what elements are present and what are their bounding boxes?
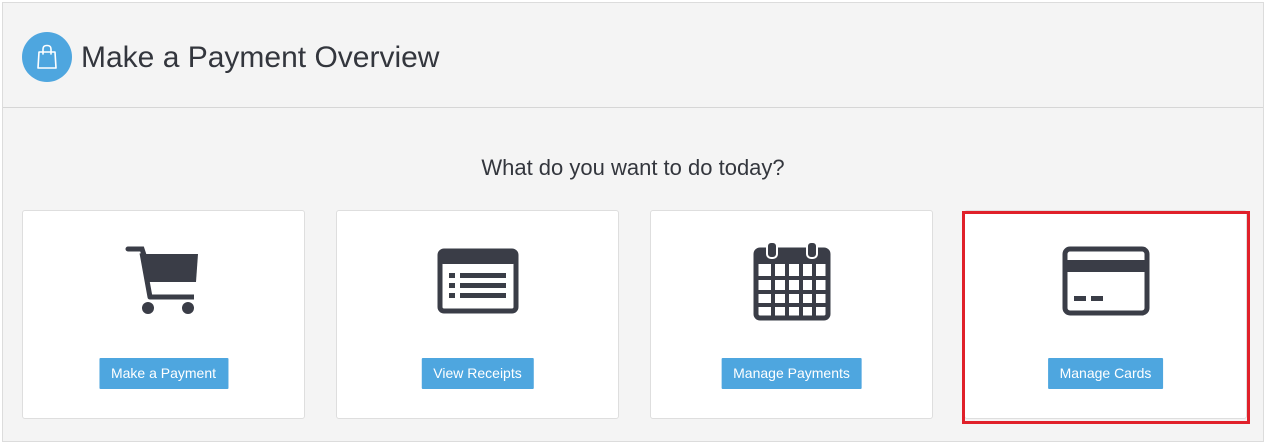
make-payment-button[interactable]: Make a Payment (98, 358, 229, 389)
manage-cards-card[interactable]: Manage Cards (964, 210, 1247, 419)
prompt-heading: What do you want to do today? (481, 155, 785, 180)
manage-cards-button[interactable]: Manage Cards (1047, 358, 1164, 389)
receipt-list-icon (437, 248, 518, 314)
view-receipts-card[interactable]: View Receipts (336, 210, 619, 419)
page-header: Make a Payment Overview (3, 3, 1263, 108)
shopping-bag-icon (22, 32, 72, 82)
make-payment-card[interactable]: Make a Payment (22, 210, 305, 419)
page-title: Make a Payment Overview (81, 41, 440, 74)
calendar-icon (753, 241, 830, 321)
manage-payments-card[interactable]: Manage Payments (650, 210, 933, 419)
credit-card-icon (1062, 246, 1149, 316)
shopping-cart-icon (125, 246, 198, 314)
manage-payments-button[interactable]: Manage Payments (721, 358, 862, 389)
view-receipts-button[interactable]: View Receipts (421, 358, 534, 389)
